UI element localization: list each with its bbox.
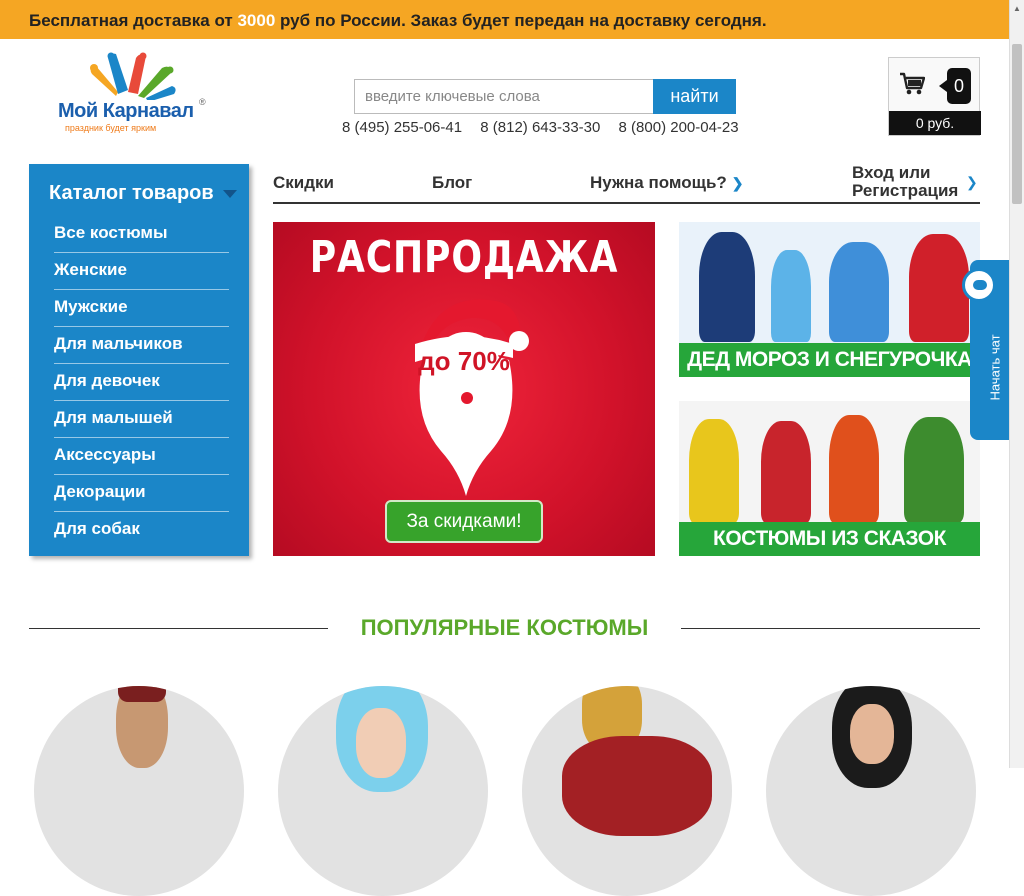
phone-numbers: 8 (495) 255-06-41 8 (812) 643-33-30 8 (8… xyxy=(342,119,739,136)
product-card-pirate[interactable] xyxy=(34,686,244,896)
sale-button[interactable]: За скидками! xyxy=(385,500,543,543)
sale-percent: до 70% xyxy=(418,346,510,376)
catalog-item-accessories[interactable]: Аксессуары xyxy=(54,438,229,475)
fairy-costumes-banner[interactable]: КОСТЮМЫ ИЗ СКАЗОК xyxy=(679,401,980,556)
sale-title: РАСПРОДАЖА xyxy=(309,232,619,283)
delivery-text-start: Бесплатная доставка от xyxy=(29,11,238,30)
bandana-shape xyxy=(118,686,166,702)
costume-figure-8 xyxy=(904,417,964,523)
chat-widget[interactable]: Начать чат xyxy=(962,260,1009,440)
nav-help-label: Нужна помощь? xyxy=(590,173,727,192)
cart-count-badge: 0 xyxy=(939,68,971,104)
popular-divider-left xyxy=(29,628,328,629)
cart-sum: 0 руб. xyxy=(889,111,981,135)
nav-blog[interactable]: Блог xyxy=(432,173,472,193)
costume-figure-6 xyxy=(761,421,811,523)
chat-label[interactable]: Начать чат xyxy=(988,323,1003,413)
catalog-item-women[interactable]: Женские xyxy=(54,253,229,290)
armor-shape xyxy=(562,736,712,836)
jester-hat-icon xyxy=(90,52,176,100)
free-delivery-text: Бесплатная доставка от 3000 руб по Росси… xyxy=(29,11,767,31)
costume-figure-3 xyxy=(829,242,889,342)
ded-moroz-banner[interactable]: ДЕД МОРОЗ И СНЕГУРОЧКА xyxy=(679,222,980,377)
catalog-menu: Каталог товаров Все костюмы Женские Мужс… xyxy=(29,164,249,556)
product-card-gypsy[interactable] xyxy=(766,686,976,896)
costume-figure-7 xyxy=(829,415,879,523)
nav-login[interactable]: Вход или Регистрация xyxy=(852,164,958,200)
popular-divider-right xyxy=(681,628,980,629)
main-nav: Скидки Блог Нужна помощь? ❯ Вход или Реги… xyxy=(273,164,980,204)
catalog-item-decorations[interactable]: Декорации xyxy=(54,475,229,512)
catalog-item-men[interactable]: Мужские xyxy=(54,290,229,327)
catalog-title[interactable]: Каталог товаров xyxy=(49,182,214,205)
fairy-costumes-caption: КОСТЮМЫ ИЗ СКАЗОК xyxy=(679,522,980,556)
search-button[interactable]: найти xyxy=(653,79,736,114)
catalog-item-girls[interactable]: Для девочек xyxy=(54,364,229,401)
nav-help[interactable]: Нужна помощь? ❯ xyxy=(590,173,744,193)
site-logo[interactable]: Мой Карнавал ® праздник будет ярким xyxy=(58,52,218,133)
face-shape xyxy=(850,704,894,764)
catalog-item-dogs[interactable]: Для собак xyxy=(54,512,229,549)
catalog-dropdown-arrow-icon[interactable] xyxy=(223,190,237,198)
logo-slogan: праздник будет ярким xyxy=(65,123,157,133)
delivery-amount: 3000 xyxy=(237,11,276,30)
ded-moroz-caption: ДЕД МОРОЗ И СНЕГУРОЧКА xyxy=(679,343,980,377)
costume-figure-1 xyxy=(699,232,755,342)
phone-free[interactable]: 8 (800) 200-04-23 xyxy=(619,119,739,136)
registered-mark: ® xyxy=(199,97,206,107)
catalog-list: Все костюмы Женские Мужские Для мальчико… xyxy=(54,216,229,549)
scroll-up-arrow-icon[interactable]: ▲ xyxy=(1013,4,1021,13)
costume-figure-4 xyxy=(909,234,969,342)
phone-spb[interactable]: 8 (812) 643-33-30 xyxy=(480,119,600,136)
logo-brand-text: Мой Карнавал xyxy=(58,100,194,122)
login-chevron-down-icon[interactable]: ❯ xyxy=(966,174,978,191)
register-label: Регистрация xyxy=(852,181,959,200)
sale-banner[interactable]: РАСПРОДАЖА до 70% За скидками! xyxy=(273,222,655,556)
delivery-text-end: руб по России. Заказ будет передан на до… xyxy=(275,11,767,30)
login-label: Вход или xyxy=(852,163,931,182)
cart-widget[interactable]: 0 0 руб. xyxy=(888,57,981,136)
nav-discounts[interactable]: Скидки xyxy=(273,173,334,193)
catalog-item-all-costumes[interactable]: Все костюмы xyxy=(54,216,229,253)
free-delivery-bar: Бесплатная доставка от 3000 руб по Росси… xyxy=(0,0,1009,39)
costume-figure-2 xyxy=(771,250,811,342)
santa-face-icon xyxy=(415,299,529,496)
scrollbar-thumb[interactable] xyxy=(1012,44,1022,204)
catalog-item-boys[interactable]: Для мальчиков xyxy=(54,327,229,364)
phone-moscow[interactable]: 8 (495) 255-06-41 xyxy=(342,119,462,136)
shopping-cart-icon xyxy=(900,72,925,95)
product-card-ironman[interactable] xyxy=(522,686,732,896)
chat-bubble-icon[interactable] xyxy=(962,268,996,302)
costume-figure-5 xyxy=(689,419,739,523)
search-input[interactable]: введите ключевые слова xyxy=(354,79,654,114)
chevron-down-icon: ❯ xyxy=(731,175,744,191)
popular-title: ПОПУЛЯРНЫЕ КОСТЮМЫ xyxy=(360,615,649,640)
page-scrollbar[interactable]: ▲ xyxy=(1009,0,1024,768)
catalog-item-babies[interactable]: Для малышей xyxy=(54,401,229,438)
product-card-malvina[interactable] xyxy=(278,686,488,896)
